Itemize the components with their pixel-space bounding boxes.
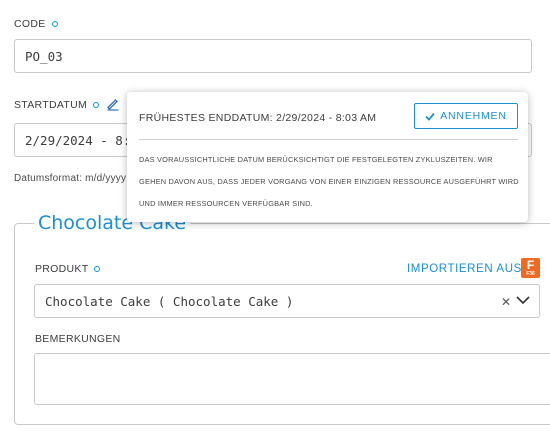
date-format-hint: Datumsformat: m/d/yyyy [14,173,127,184]
earliest-end-date-popover: FRÜHESTES ENDDATUM: 2/29/2024 - 8:03 AM … [127,92,528,222]
code-label-text: CODE [14,18,46,30]
remarks-label: BEMERKUNGEN [35,333,121,345]
chevron-down-icon[interactable] [516,295,530,305]
product-select[interactable]: Chocolate Cake ( Chocolate Cake ) ✕ [34,284,540,318]
required-dot-icon [93,102,99,108]
check-icon [425,112,435,121]
fusion-app-icon[interactable]: F F36 [521,258,540,278]
accept-button-label: ANNEHMEN [440,110,507,122]
required-dot-icon [94,266,101,272]
import-from-link[interactable]: IMPORTIEREN AUS [407,263,522,275]
remarks-textarea[interactable] [34,353,550,405]
accept-button[interactable]: ANNEHMEN [414,103,518,129]
earliest-end-date-title: FRÜHESTES ENDDATUM: 2/29/2024 - 8:03 AM [139,112,377,124]
start-date-label: STARTDATUM [14,99,99,111]
required-dot-icon [51,21,58,27]
clear-x-icon[interactable]: ✕ [501,295,511,309]
start-date-label-text: STARTDATUM [14,99,87,111]
code-label: CODE [14,18,58,30]
code-input[interactable]: PO_03 [14,39,532,73]
popover-divider [139,139,518,140]
product-label: PRODUKT [35,263,101,275]
product-select-value: Chocolate Cake ( Chocolate Cake ) [45,293,294,309]
product-label-text: PRODUKT [35,263,89,275]
pencil-icon[interactable] [106,97,120,111]
popover-explanation: DAS VORAUSSICHTLICHE DATUM BERÜCKSICHTIG… [139,155,519,208]
remarks-label-text: BEMERKUNGEN [35,333,121,345]
